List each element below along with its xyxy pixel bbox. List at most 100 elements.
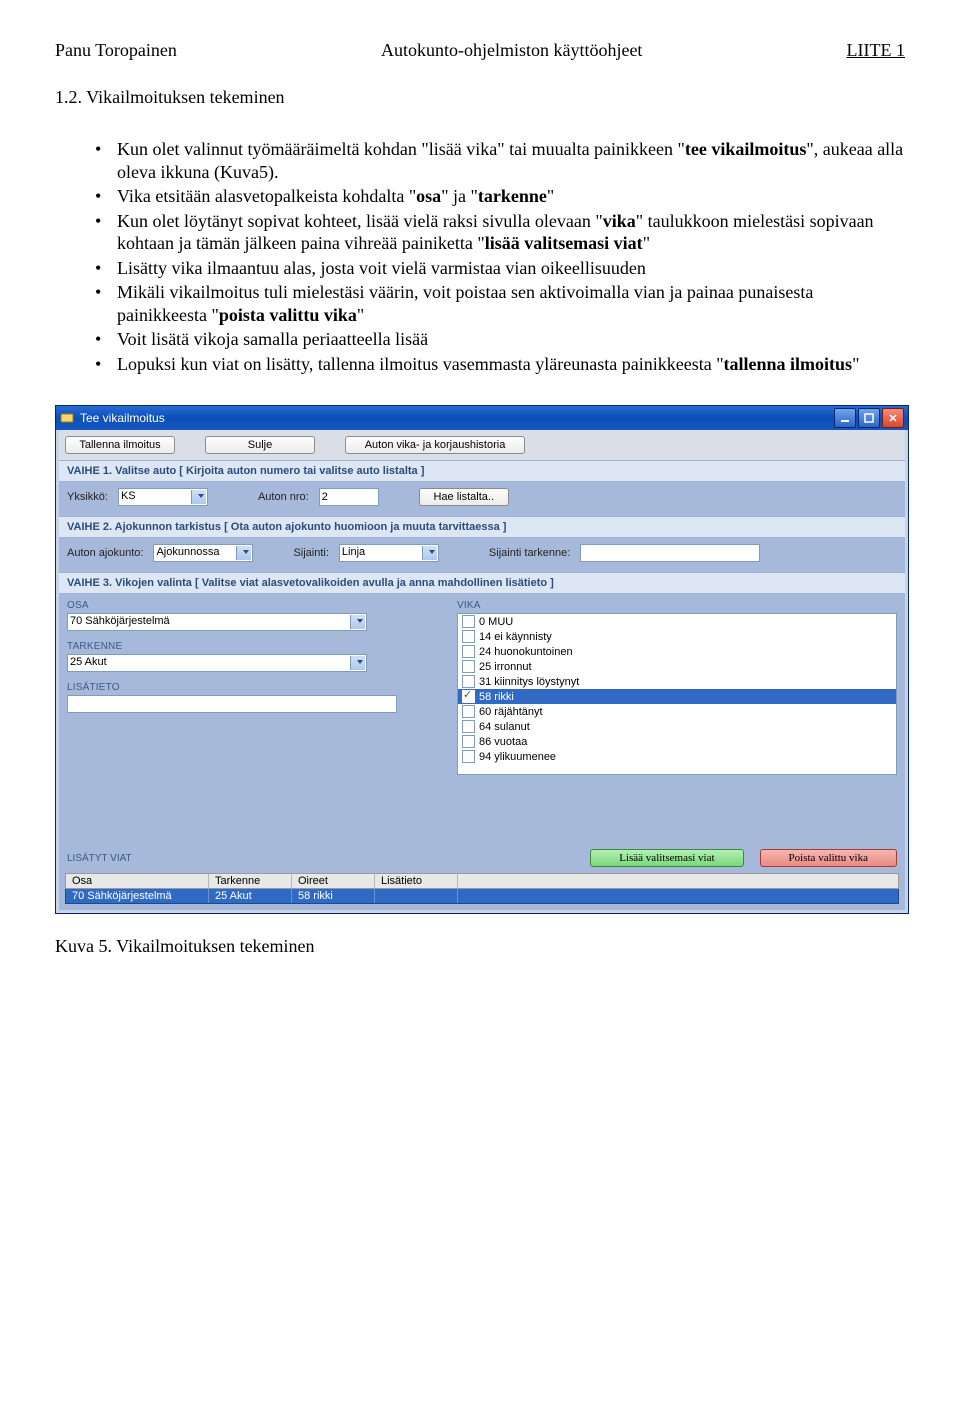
sijainti-tarkenne-label: Sijainti tarkenne: (489, 547, 570, 559)
lisatyt-viat-label: LISÄTYT VIAT (67, 853, 132, 864)
history-button[interactable]: Auton vika- ja korjaushistoria (345, 436, 525, 454)
stage2-body: Auton ajokunto: Ajokunnossa Sijainti: Li… (59, 538, 905, 572)
titlebar[interactable]: Tee vikailmoitus (56, 406, 908, 430)
vika-item-label: 86 vuotaa (479, 736, 527, 748)
checkbox-icon[interactable] (462, 660, 475, 673)
vika-item-label: 31 kiinnitys löystynyt (479, 676, 579, 688)
stage3-header: VAIHE 3. Vikojen valinta [ Valitse viat … (59, 572, 905, 594)
window-title: Tee vikailmoitus (80, 411, 165, 425)
vika-item-label: 60 räjähtänyt (479, 706, 543, 718)
auton-nro-label: Auton nro: (258, 491, 309, 503)
bullet-5: Mikäli vikailmoitus tuli mielestäsi väär… (95, 281, 905, 326)
col-osa[interactable]: Osa (66, 874, 209, 888)
cell-oireet: 58 rikki (292, 889, 375, 903)
checkbox-icon[interactable] (462, 750, 475, 763)
vika-list-item[interactable]: 31 kiinnitys löystynyt (458, 674, 896, 689)
lisatieto-head: LISÄTIETO (67, 682, 397, 693)
sijainti-select[interactable]: Linja (339, 544, 439, 562)
chevron-down-icon (357, 660, 363, 664)
vika-list-item[interactable]: 94 ylikuumenee (458, 749, 896, 764)
checkbox-icon[interactable] (462, 735, 475, 748)
checkbox-icon[interactable] (462, 705, 475, 718)
tarkenne-head: TARKENNE (67, 641, 397, 652)
remove-fault-button[interactable]: Poista valittu vika (760, 849, 897, 867)
yksikko-label: Yksikkö: (67, 491, 108, 503)
stage3-body: OSA 70 Sähköjärjestelmä TARKENNE 25 Akut… (59, 594, 905, 775)
osa-head: OSA (67, 600, 397, 611)
vika-item-label: 58 rikki (479, 691, 514, 703)
yksikko-select[interactable]: KS (118, 488, 208, 506)
added-faults-grid: Osa Tarkenne Oireet Lisätieto 70 Sähköjä… (65, 873, 899, 904)
sijainti-tarkenne-input[interactable] (580, 544, 760, 562)
bullet-1: Kun olet valinnut työmääräimeltä kohdan … (95, 138, 905, 183)
toolbar: Tallenna ilmoitus Sulje Auton vika- ja k… (59, 430, 905, 460)
chevron-down-icon (243, 550, 249, 554)
ajokunto-select[interactable]: Ajokunnossa (153, 544, 253, 562)
bullet-6: Voit lisätä vikoja samalla periaatteella… (95, 328, 905, 351)
figure-caption: Kuva 5. Vikailmoituksen tekeminen (55, 936, 905, 957)
vika-list-item[interactable]: 86 vuotaa (458, 734, 896, 749)
add-fault-button[interactable]: Lisää valitsemasi viat (590, 849, 743, 867)
osa-select[interactable]: 70 Sähköjärjestelmä (67, 613, 367, 631)
chevron-down-icon (198, 494, 204, 498)
section-title: 1.2. Vikailmoituksen tekeminen (55, 87, 905, 108)
cell-osa: 70 Sähköjärjestelmä (66, 889, 209, 903)
vika-item-label: 64 sulanut (479, 721, 530, 733)
auton-nro-input[interactable] (319, 488, 379, 506)
stage1-body: Yksikkö: KS Auton nro: Hae listalta.. (59, 482, 905, 516)
header-left: Panu Toropainen (55, 40, 177, 61)
bullet-7: Lopuksi kun viat on lisätty, tallenna il… (95, 353, 905, 376)
checkbox-icon[interactable] (462, 675, 475, 688)
stage2-header: VAIHE 2. Ajokunnon tarkistus [ Ota auton… (59, 516, 905, 538)
vika-list-item[interactable]: 14 ei käynnisty (458, 629, 896, 644)
close-button[interactable] (882, 408, 904, 428)
lisatieto-input[interactable] (67, 695, 397, 713)
header-right: LIITE 1 (847, 40, 905, 61)
vika-list-item[interactable]: 60 räjähtänyt (458, 704, 896, 719)
vika-list-item[interactable]: 58 rikki (458, 689, 896, 704)
sijainti-label: Sijainti: (293, 547, 328, 559)
hae-listalta-button[interactable]: Hae listalta.. (419, 488, 509, 506)
vika-listbox[interactable]: 0 MUU 14 ei käynnisty 24 huonokuntoinen 25 … (457, 613, 897, 775)
instruction-list: Kun olet valinnut työmääräimeltä kohdan … (95, 138, 905, 375)
bullet-2: Vika etsitään alasvetopalkeista kohdalta… (95, 185, 905, 208)
footer-buttons: LISÄTYT VIAT Lisää valitsemasi viat Pois… (59, 845, 905, 871)
checkbox-icon[interactable] (462, 720, 475, 733)
col-oireet[interactable]: Oireet (292, 874, 375, 888)
vika-list-item[interactable]: 64 sulanut (458, 719, 896, 734)
bullet-3: Kun olet löytänyt sopivat kohteet, lisää… (95, 210, 905, 255)
ajokunto-label: Auton ajokunto: (67, 547, 143, 559)
grid-row[interactable]: 70 Sähköjärjestelmä 25 Akut 58 rikki (65, 889, 899, 904)
grid-header: Osa Tarkenne Oireet Lisätieto (65, 873, 899, 889)
close-form-button[interactable]: Sulje (205, 436, 315, 454)
vika-head: VIKA (457, 600, 897, 611)
bullet-4: Lisätty vika ilmaantuu alas, josta voit … (95, 257, 905, 280)
chevron-down-icon (429, 550, 435, 554)
cell-lisatieto (375, 889, 458, 903)
vika-list-item[interactable]: 24 huonokuntoinen (458, 644, 896, 659)
chevron-down-icon (357, 619, 363, 623)
app-icon (60, 411, 74, 425)
vika-list-item[interactable]: 25 irronnut (458, 659, 896, 674)
col-tarkenne[interactable]: Tarkenne (209, 874, 292, 888)
tarkenne-select[interactable]: 25 Akut (67, 654, 367, 672)
page-header: Panu Toropainen Autokunto-ohjelmiston kä… (55, 40, 905, 61)
vika-item-label: 0 MUU (479, 616, 513, 628)
header-center: Autokunto-ohjelmiston käyttöohjeet (381, 40, 642, 61)
cell-tarkenne: 25 Akut (209, 889, 292, 903)
stage1-header: VAIHE 1. Valitse auto [ Kirjoita auton n… (59, 460, 905, 482)
save-button[interactable]: Tallenna ilmoitus (65, 436, 175, 454)
vika-item-label: 14 ei käynnisty (479, 631, 552, 643)
minimize-button[interactable] (834, 408, 856, 428)
checkbox-icon[interactable] (462, 615, 475, 628)
checkbox-icon[interactable] (462, 690, 475, 703)
app-window: Tee vikailmoitus Tallenna ilmoitus Sulje… (55, 405, 909, 914)
vika-item-label: 24 huonokuntoinen (479, 646, 573, 658)
col-lisatieto[interactable]: Lisätieto (375, 874, 458, 888)
vika-list-item[interactable]: 0 MUU (458, 614, 896, 629)
maximize-button[interactable] (858, 408, 880, 428)
vika-item-label: 25 irronnut (479, 661, 532, 673)
checkbox-icon[interactable] (462, 645, 475, 658)
checkbox-icon[interactable] (462, 630, 475, 643)
vika-item-label: 94 ylikuumenee (479, 751, 556, 763)
